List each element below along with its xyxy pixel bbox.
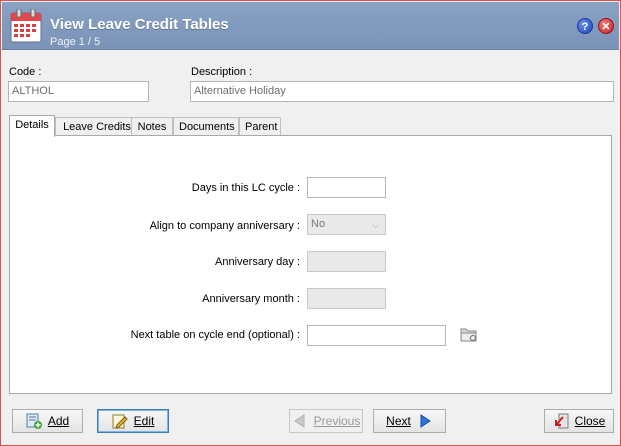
- tab-documents[interactable]: Documents: [173, 117, 239, 136]
- add-button-label: Add: [47, 414, 70, 428]
- anniversary-month-label: Anniversary month :: [202, 293, 300, 305]
- next-table-label: Next table on cycle end (optional) :: [130, 329, 300, 341]
- align-label: Align to company anniversary :: [149, 220, 300, 232]
- leave-credit-window: View Leave Credit Tables Page 1 / 5 ? ✕ …: [0, 0, 621, 446]
- close-button-label: Close: [574, 414, 606, 428]
- help-icon[interactable]: ?: [577, 18, 593, 34]
- align-anniversary-select[interactable]: No ⌵: [307, 214, 386, 235]
- add-button[interactable]: Add: [12, 409, 83, 433]
- close-button[interactable]: Close: [544, 409, 614, 433]
- days-in-cycle-input[interactable]: [307, 177, 386, 198]
- tab-leave-credits[interactable]: Leave Credits: [55, 117, 139, 136]
- tab-notes[interactable]: Notes: [131, 117, 173, 136]
- anniversary-month-input[interactable]: [307, 288, 386, 309]
- tab-details[interactable]: Details: [9, 115, 55, 137]
- chevron-down-icon: ⌵: [372, 220, 379, 230]
- window-title: View Leave Credit Tables: [50, 16, 229, 33]
- edit-button[interactable]: Edit: [97, 409, 169, 433]
- folder-browse-icon[interactable]: [460, 326, 478, 343]
- title-bar: View Leave Credit Tables Page 1 / 5 ? ✕: [2, 2, 619, 50]
- days-label: Days in this LC cycle :: [191, 182, 300, 194]
- code-field[interactable]: ALTHOL: [8, 81, 149, 102]
- edit-button-label: Edit: [133, 414, 155, 428]
- add-record-icon: [26, 413, 42, 429]
- description-label: Description :: [191, 66, 253, 78]
- next-button-label: Next: [386, 414, 411, 428]
- exit-door-icon: [554, 413, 569, 429]
- edit-pencil-icon: [112, 414, 128, 429]
- previous-button-label: Previous: [313, 414, 361, 428]
- close-window-icon[interactable]: ✕: [598, 18, 614, 34]
- next-table-input[interactable]: [307, 325, 446, 346]
- details-panel: Days in this LC cycle : Align to company…: [9, 135, 612, 394]
- arrow-right-icon: [420, 414, 431, 428]
- code-label: Code :: [9, 66, 42, 78]
- next-button[interactable]: Next: [373, 409, 446, 433]
- calendar-icon: [10, 9, 42, 43]
- anniversary-day-label: Anniversary day :: [215, 256, 300, 268]
- previous-button[interactable]: Previous: [289, 409, 363, 433]
- anniversary-day-input[interactable]: [307, 251, 386, 272]
- arrow-left-icon: [293, 414, 305, 428]
- page-indicator: Page 1 / 5: [50, 36, 101, 48]
- tab-parent[interactable]: Parent: [239, 117, 281, 136]
- align-anniversary-value: No: [311, 218, 326, 230]
- description-field[interactable]: Alternative Holiday: [190, 81, 614, 102]
